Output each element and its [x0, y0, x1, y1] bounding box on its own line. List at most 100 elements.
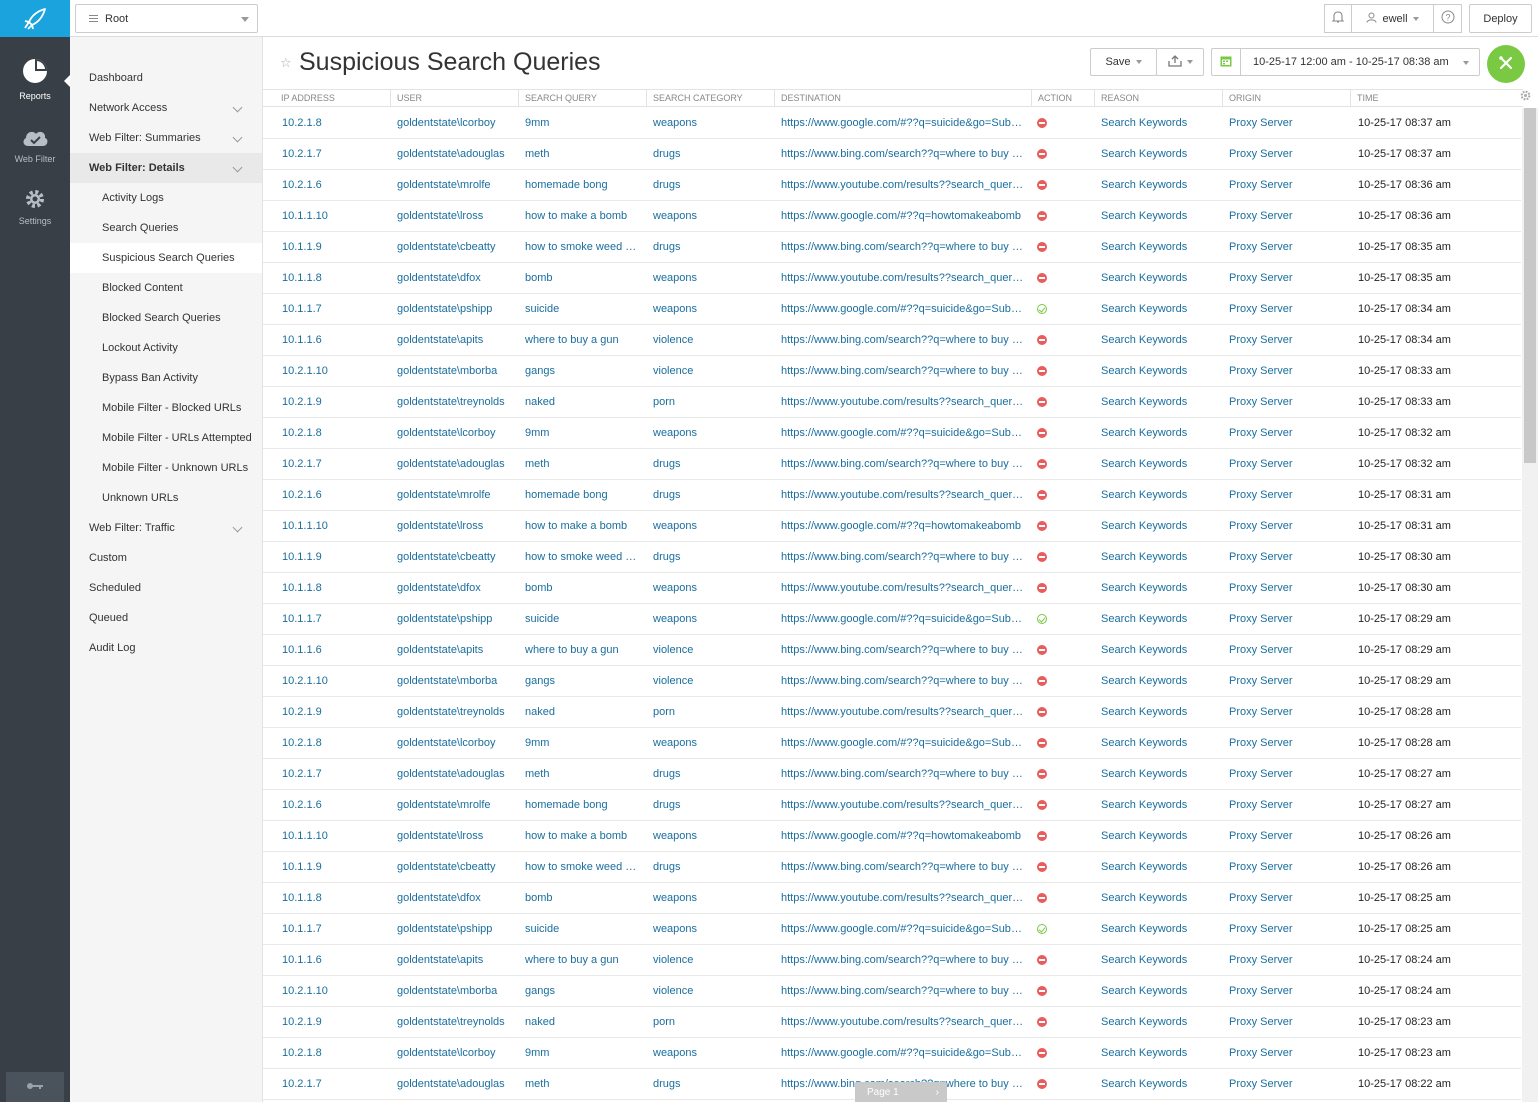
cell-destination[interactable]: https://www.google.com/#??q=suicide&go=S… — [781, 914, 1025, 944]
cell-origin[interactable]: Proxy Server — [1229, 170, 1344, 200]
cell-ip-address[interactable]: 10.1.1.7 — [282, 914, 382, 944]
cell-user[interactable]: goldentstate\dfox — [397, 573, 515, 603]
cell-search-query[interactable]: naked — [525, 697, 639, 727]
cell-user[interactable]: goldentstate\apits — [397, 325, 515, 355]
cell-ip-address[interactable]: 10.1.1.8 — [282, 573, 382, 603]
cell-reason[interactable]: Search Keywords — [1101, 356, 1216, 386]
cell-reason[interactable]: Search Keywords — [1101, 728, 1216, 758]
cell-search-query[interactable]: 9mm — [525, 108, 639, 138]
cell-search-query[interactable]: naked — [525, 1007, 639, 1037]
cell-reason[interactable]: Search Keywords — [1101, 480, 1216, 510]
cell-reason[interactable]: Search Keywords — [1101, 883, 1216, 913]
cell-user[interactable]: goldentstate\treynolds — [397, 1007, 515, 1037]
table-row[interactable]: 10.2.1.9 goldentstate\treynolds naked porn h… — [263, 697, 1521, 728]
cell-search-query[interactable]: where to buy a gun — [525, 325, 639, 355]
root-selector[interactable]: Root — [75, 4, 258, 33]
nav-suspicious-search-queries[interactable]: Suspicious Search Queries — [70, 243, 262, 273]
col-search-category[interactable]: SEARCH CATEGORY — [646, 90, 774, 106]
col-time[interactable]: TIME — [1350, 90, 1520, 106]
cell-destination[interactable]: https://www.bing.com/search??q=where to … — [781, 759, 1025, 789]
cell-search-query[interactable]: meth — [525, 1069, 639, 1099]
cell-destination[interactable]: https://www.youtube.com/results??search_… — [781, 883, 1025, 913]
table-row[interactable]: 10.2.1.6 goldentstate\mrolfe homemade bong… — [263, 480, 1521, 511]
cell-search-query[interactable]: bomb — [525, 263, 639, 293]
cell-search-category[interactable]: drugs — [653, 790, 763, 820]
cell-search-category[interactable]: weapons — [653, 604, 763, 634]
cell-user[interactable]: goldentstate\lcorboy — [397, 728, 515, 758]
cell-destination[interactable]: https://www.google.com/#??q=suicide&go=S… — [781, 418, 1025, 448]
cell-origin[interactable]: Proxy Server — [1229, 945, 1344, 975]
cell-user[interactable]: goldentstate\apits — [397, 945, 515, 975]
cell-ip-address[interactable]: 10.2.1.7 — [282, 1069, 382, 1099]
cell-ip-address[interactable]: 10.1.1.10 — [282, 821, 382, 851]
cell-ip-address[interactable]: 10.2.1.7 — [282, 449, 382, 479]
cell-ip-address[interactable]: 10.2.1.10 — [282, 356, 382, 386]
notifications-button[interactable] — [1324, 4, 1352, 33]
cell-search-category[interactable]: weapons — [653, 1038, 763, 1068]
cell-reason[interactable]: Search Keywords — [1101, 697, 1216, 727]
rail-reports[interactable]: Reports — [0, 57, 70, 101]
cell-reason[interactable]: Search Keywords — [1101, 108, 1216, 138]
cell-origin[interactable]: Proxy Server — [1229, 666, 1344, 696]
table-row[interactable]: 10.1.1.6 goldentstate\apits where to buy a… — [263, 325, 1521, 356]
pager[interactable]: Page 1 › — [855, 1082, 947, 1102]
cell-search-query[interactable]: gangs — [525, 356, 639, 386]
cell-origin[interactable]: Proxy Server — [1229, 697, 1344, 727]
cell-search-category[interactable]: violence — [653, 356, 763, 386]
cell-reason[interactable]: Search Keywords — [1101, 821, 1216, 851]
cell-user[interactable]: goldentstate\lcorboy — [397, 418, 515, 448]
table-row[interactable]: 10.2.1.7 goldentstate\adouglas meth drugsht… — [263, 449, 1521, 480]
table-row[interactable]: 10.1.1.10 goldentstate\lross how to make a… — [263, 511, 1521, 542]
cell-destination[interactable]: https://www.bing.com/search??q=where to … — [781, 356, 1025, 386]
cell-ip-address[interactable]: 10.1.1.6 — [282, 945, 382, 975]
collapse-toggle[interactable] — [6, 1072, 64, 1102]
cell-reason[interactable]: Search Keywords — [1101, 263, 1216, 293]
cell-search-category[interactable]: violence — [653, 325, 763, 355]
nav-web-filter-traffic[interactable]: Web Filter: Traffic — [70, 513, 262, 543]
table-row[interactable]: 10.2.1.6 goldentstate\mrolfe homemade bong… — [263, 790, 1521, 821]
cell-search-query[interactable]: suicide — [525, 914, 639, 944]
table-row[interactable]: 10.2.1.8 goldentstate\lcorboy 9mm weapons ht… — [263, 418, 1521, 449]
cell-search-category[interactable]: drugs — [653, 1069, 763, 1099]
nav-mobile-blocked-urls[interactable]: Mobile Filter - Blocked URLs — [70, 393, 262, 423]
cell-reason[interactable]: Search Keywords — [1101, 449, 1216, 479]
cell-search-query[interactable]: where to buy a gun — [525, 635, 639, 665]
run-report-button[interactable] — [1487, 45, 1525, 83]
cell-origin[interactable]: Proxy Server — [1229, 480, 1344, 510]
cell-user[interactable]: goldentstate\adouglas — [397, 1069, 515, 1099]
col-action[interactable]: ACTION — [1031, 90, 1095, 106]
table-row[interactable]: 10.2.1.6 goldentstate\mrolfe homemade bong… — [263, 170, 1521, 201]
user-menu[interactable]: ewell — [1351, 4, 1434, 33]
cell-destination[interactable]: https://www.youtube.com/results??search_… — [781, 790, 1025, 820]
cell-origin[interactable]: Proxy Server — [1229, 852, 1344, 882]
cell-destination[interactable]: https://www.bing.com/search??q=where to … — [781, 325, 1025, 355]
cell-user[interactable]: goldentstate\mrolfe — [397, 480, 515, 510]
help-button[interactable]: ? — [1433, 4, 1462, 33]
cell-destination[interactable]: https://www.google.com/#??q=howtomakeabo… — [781, 201, 1025, 231]
cell-search-category[interactable]: weapons — [653, 201, 763, 231]
cell-destination[interactable]: https://www.youtube.com/results??search_… — [781, 480, 1025, 510]
cell-reason[interactable]: Search Keywords — [1101, 573, 1216, 603]
cell-reason[interactable]: Search Keywords — [1101, 387, 1216, 417]
cell-search-query[interactable]: bomb — [525, 883, 639, 913]
cell-origin[interactable]: Proxy Server — [1229, 604, 1344, 634]
cell-user[interactable]: goldentstate\lross — [397, 511, 515, 541]
cell-search-category[interactable]: violence — [653, 976, 763, 1006]
cell-user[interactable]: goldentstate\mrolfe — [397, 170, 515, 200]
cell-user[interactable]: goldentstate\pshipp — [397, 604, 515, 634]
table-row[interactable]: 10.1.1.9 goldentstate\cbeatty how to smoke… — [263, 542, 1521, 573]
nav-lockout-activity[interactable]: Lockout Activity — [70, 333, 262, 363]
cell-origin[interactable]: Proxy Server — [1229, 201, 1344, 231]
nav-queued[interactable]: Queued — [70, 603, 262, 633]
cell-origin[interactable]: Proxy Server — [1229, 418, 1344, 448]
cell-origin[interactable]: Proxy Server — [1229, 790, 1344, 820]
cell-user[interactable]: goldentstate\apits — [397, 635, 515, 665]
cell-search-category[interactable]: weapons — [653, 108, 763, 138]
table-row[interactable]: 10.1.1.10 goldentstate\lross how to make a… — [263, 821, 1521, 852]
cell-search-query[interactable]: suicide — [525, 294, 639, 324]
cell-user[interactable]: goldentstate\cbeatty — [397, 232, 515, 262]
rail-web-filter[interactable]: Web Filter — [0, 126, 70, 164]
cell-search-query[interactable]: how to smoke weed fast — [525, 542, 639, 572]
cell-search-query[interactable]: gangs — [525, 666, 639, 696]
nav-search-queries[interactable]: Search Queries — [70, 213, 262, 243]
